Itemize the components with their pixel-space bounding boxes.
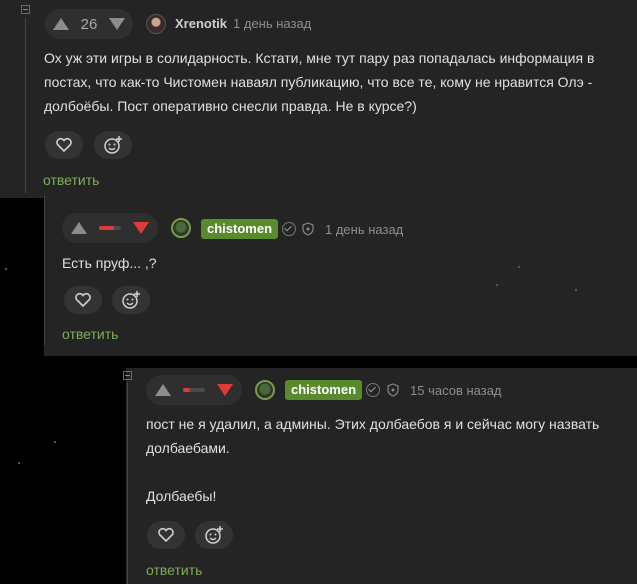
vote-widget: [146, 375, 242, 405]
username[interactable]: Xrenotik: [175, 16, 227, 31]
shield-icon: [387, 383, 399, 397]
upvote-icon[interactable]: [155, 384, 171, 396]
heart-icon: [158, 527, 174, 543]
heart-icon: [56, 137, 72, 153]
avatar[interactable]: [171, 218, 191, 238]
background-speck: [5, 268, 7, 270]
comment-text-line2: Долбаебы!: [146, 488, 217, 504]
rating-bar: [99, 226, 121, 230]
reaction-button[interactable]: [94, 131, 132, 159]
username[interactable]: chistomen: [285, 380, 363, 400]
vote-widget: [62, 213, 158, 243]
like-button[interactable]: [45, 131, 83, 159]
thread-line-2: [44, 196, 45, 346]
reaction-button[interactable]: [195, 521, 233, 549]
collapse-button[interactable]: [123, 371, 132, 380]
background-speck: [18, 462, 20, 464]
collapse-button[interactable]: [21, 5, 30, 14]
timestamp: 1 день назад: [233, 16, 312, 31]
background-speck: [54, 441, 56, 443]
shield-icon: [302, 222, 314, 236]
smiley-add-icon: [205, 526, 223, 544]
comment-text: Ох уж эти игры в солидарность. Кстати, м…: [44, 50, 595, 114]
score: 26: [80, 15, 98, 33]
like-button[interactable]: [147, 521, 185, 549]
username[interactable]: chistomen: [201, 219, 279, 239]
downvote-icon[interactable]: [217, 384, 233, 396]
vote-widget: 26: [45, 9, 133, 39]
reply-link[interactable]: ответить: [62, 326, 118, 342]
upvote-icon[interactable]: [53, 18, 69, 30]
timestamp: 15 часов назад: [410, 383, 502, 398]
smiley-add-icon: [122, 291, 140, 309]
downvote-icon[interactable]: [133, 222, 149, 234]
upvote-icon[interactable]: [71, 222, 87, 234]
verified-check-icon: [282, 222, 296, 236]
heart-icon: [75, 292, 91, 308]
background-speck: [575, 289, 577, 291]
verified-check-icon: [366, 383, 380, 397]
background-speck: [496, 284, 498, 286]
reply-link[interactable]: ответить: [43, 172, 99, 188]
avatar[interactable]: [146, 14, 166, 34]
smiley-add-icon: [104, 136, 122, 154]
timestamp: 1 день назад: [325, 222, 404, 237]
downvote-icon[interactable]: [109, 18, 125, 30]
comment-text: пост не я удалил, а админы. Этих долбаеб…: [146, 416, 600, 456]
thread-line-1: [25, 18, 26, 193]
rating-bar: [183, 388, 205, 392]
like-button[interactable]: [64, 286, 102, 314]
rating-bar-fill: [183, 388, 190, 392]
background-speck: [518, 266, 520, 268]
avatar[interactable]: [255, 380, 275, 400]
reaction-button[interactable]: [112, 286, 150, 314]
comment-text: Есть пруф... ,?: [62, 255, 157, 271]
reply-link[interactable]: ответить: [146, 562, 202, 578]
rating-bar-fill: [99, 226, 115, 230]
thread-line-3: [127, 382, 128, 584]
